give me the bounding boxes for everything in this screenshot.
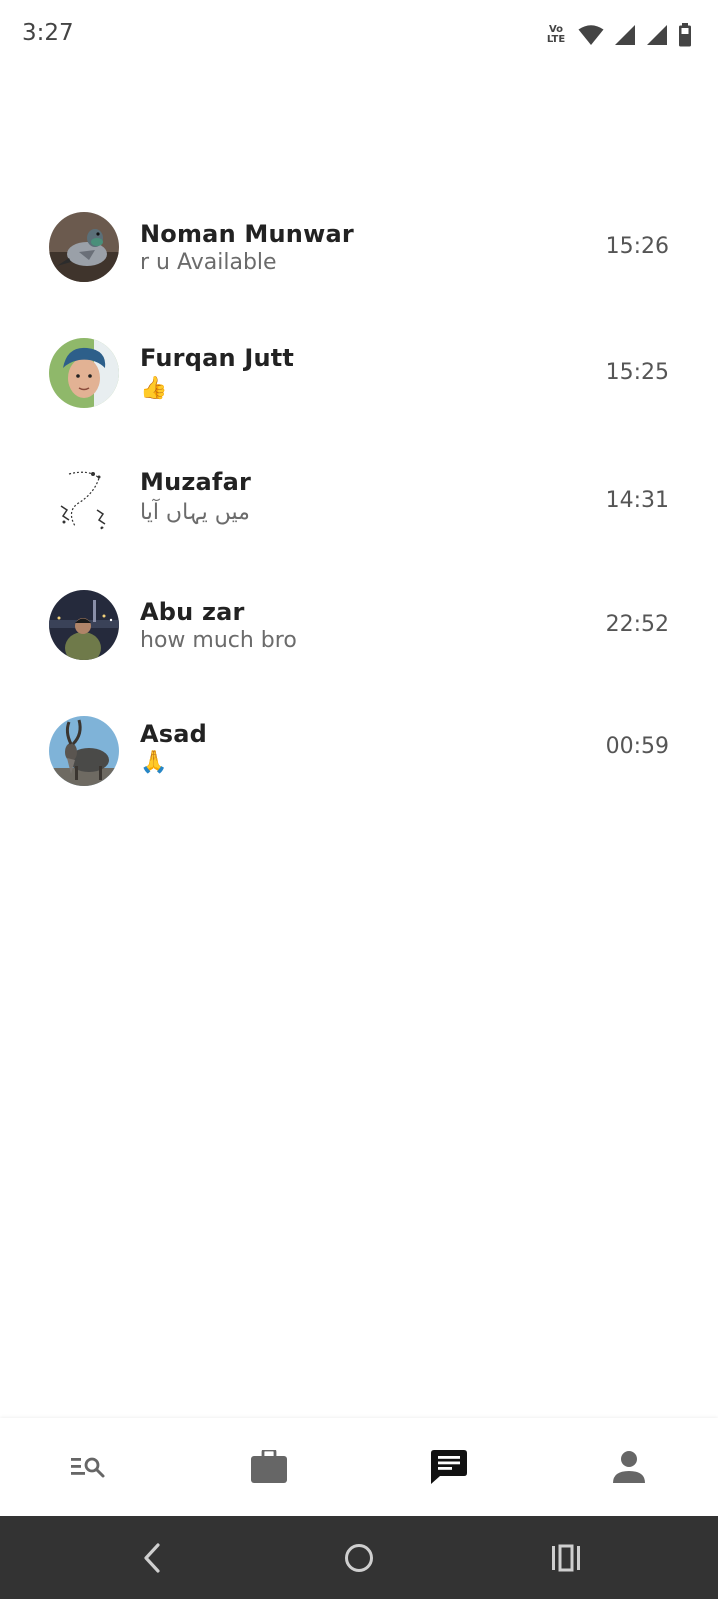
recents-button[interactable] bbox=[526, 1516, 606, 1599]
chat-preview: r u Available bbox=[140, 250, 277, 275]
sketch-avatar-icon bbox=[49, 464, 119, 534]
chat-item[interactable]: Muzafar میں یہاں آیا 14:31 bbox=[0, 442, 718, 568]
chat-item[interactable]: Asad 🙏 00:59 bbox=[0, 694, 718, 820]
chat-time: 15:26 bbox=[605, 234, 669, 259]
back-button[interactable] bbox=[112, 1516, 192, 1599]
volte-lte-icon: Vo LTE bbox=[544, 25, 568, 45]
chat-name: Muzafar bbox=[140, 468, 252, 496]
chat-preview: 🙏 bbox=[140, 750, 168, 775]
recents-icon bbox=[552, 1544, 580, 1571]
briefcase-icon bbox=[251, 1450, 287, 1483]
chat-item[interactable]: Noman Munwar r u Available 15:26 bbox=[0, 190, 718, 316]
nav-profile[interactable] bbox=[579, 1418, 679, 1516]
avatar bbox=[49, 212, 119, 282]
status-icons: Vo LTE bbox=[544, 22, 692, 48]
signal-icon bbox=[647, 25, 667, 45]
home-button[interactable] bbox=[319, 1516, 399, 1599]
bottom-nav bbox=[0, 1418, 718, 1516]
chat-time: 00:59 bbox=[605, 734, 669, 759]
pigeon-avatar-icon bbox=[49, 212, 119, 282]
chat-name: Abu zar bbox=[140, 598, 245, 626]
person-avatar-icon bbox=[49, 338, 119, 408]
night-avatar-icon bbox=[49, 590, 119, 660]
chat-name: Asad bbox=[140, 720, 208, 748]
avatar bbox=[49, 338, 119, 408]
status-bar: 3:27 Vo LTE bbox=[0, 0, 718, 70]
avatar bbox=[49, 590, 119, 660]
chat-preview: 👍 bbox=[140, 376, 168, 401]
home-icon bbox=[345, 1543, 373, 1572]
nav-chats[interactable] bbox=[399, 1418, 499, 1516]
chat-preview: میں یہاں آیا bbox=[140, 500, 250, 525]
nav-search-list[interactable] bbox=[38, 1418, 138, 1516]
chat-time: 22:52 bbox=[605, 612, 669, 637]
status-time: 3:27 bbox=[22, 20, 74, 46]
chat-name: Noman Munwar bbox=[140, 220, 354, 248]
person-icon bbox=[613, 1451, 645, 1483]
signal-icon bbox=[615, 25, 635, 45]
chat-item[interactable]: Furqan Jutt 👍 15:25 bbox=[0, 316, 718, 442]
chat-item[interactable]: Abu zar how much bro 22:52 bbox=[0, 568, 718, 694]
avatar bbox=[49, 716, 119, 786]
chat-time: 14:31 bbox=[605, 488, 669, 513]
nav-jobs[interactable] bbox=[219, 1418, 319, 1516]
wifi-icon bbox=[578, 25, 604, 45]
lte-label: LTE bbox=[546, 34, 566, 45]
system-nav bbox=[0, 1516, 718, 1599]
search-list-icon bbox=[71, 1457, 105, 1478]
battery-icon bbox=[679, 23, 691, 47]
chat-name: Furqan Jutt bbox=[140, 344, 295, 372]
chat-preview: how much bro bbox=[140, 628, 297, 653]
markhor-avatar-icon bbox=[49, 716, 119, 786]
chat-list: Noman Munwar r u Available 15:26 Furqan … bbox=[0, 190, 718, 820]
chat-icon bbox=[431, 1450, 467, 1484]
back-icon bbox=[144, 1542, 160, 1573]
avatar bbox=[49, 464, 119, 534]
chat-time: 15:25 bbox=[605, 360, 669, 385]
